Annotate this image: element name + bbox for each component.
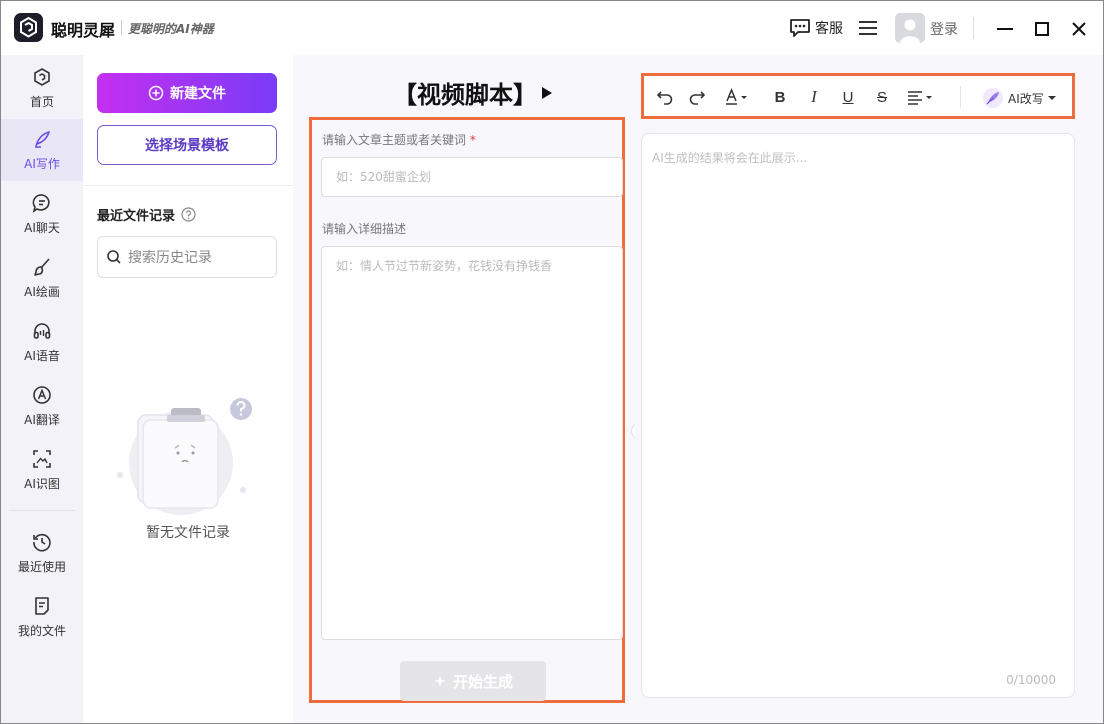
feather-icon: [983, 88, 1003, 108]
file-panel: 新建文件 选择场景模板 最近文件记录 搜索历史记录 暂无文件记录: [83, 55, 293, 723]
panel-divider: [83, 185, 293, 186]
chevron-down-icon: [1047, 96, 1056, 100]
app-name: 聪明灵犀: [51, 21, 116, 40]
sidebar: 首页 AI写作 AI聊天 AI绘画 AI语音 AI翻译 AI识图 最近使用 我的…: [1, 55, 83, 723]
translate-icon: [33, 386, 51, 404]
format-toolbar: B I U S AI改写: [641, 73, 1075, 119]
sidebar-item-label: 我的文件: [17, 624, 66, 638]
sidebar-item-label: AI语音: [24, 349, 60, 363]
detail-textarea[interactable]: [321, 246, 623, 640]
toolbar-divider: [960, 86, 961, 108]
start-generate-button[interactable]: 开始生成: [400, 661, 546, 701]
document-title[interactable]: 【视频脚本】: [393, 75, 553, 110]
result-panel: B I U S AI改写 AI生成的结果将会在此展示... 0/10000: [635, 55, 1103, 723]
minimize-button[interactable]: [993, 17, 1017, 41]
redo-icon[interactable]: [686, 86, 708, 108]
required-mark: *: [469, 133, 476, 147]
sparkle-icon: [433, 675, 446, 687]
sidebar-item-ai-chat[interactable]: AI聊天: [1, 183, 83, 245]
sidebar-item-label: AI识图: [24, 477, 60, 491]
search-input[interactable]: 搜索历史记录: [128, 247, 212, 267]
sidebar-item-ai-image-recognition[interactable]: AI识图: [1, 439, 83, 501]
topic-label: 请输入文章主题或者关键词 *: [322, 131, 476, 148]
maximize-button[interactable]: [1030, 17, 1054, 41]
italic-icon[interactable]: I: [804, 86, 824, 108]
title-divider: [121, 20, 122, 35]
font-color-icon[interactable]: [724, 86, 750, 108]
close-button[interactable]: [1067, 17, 1091, 41]
sidebar-divider: [9, 510, 75, 511]
sidebar-item-label: AI聊天: [24, 221, 60, 235]
help-icon[interactable]: [181, 207, 196, 222]
search-icon: [107, 250, 121, 264]
sidebar-item-recent[interactable]: 最近使用: [1, 522, 83, 584]
sidebar-item-ai-painting[interactable]: AI绘画: [1, 247, 83, 309]
triangle-right-icon: [542, 86, 552, 99]
form-highlight-frame: 请输入文章主题或者关键词 * 请输入详细描述 开始生成: [309, 117, 625, 703]
window-controls-divider: [973, 17, 974, 39]
sidebar-item-label: 首页: [29, 95, 54, 109]
sidebar-item-label: 最近使用: [17, 560, 66, 574]
brush-icon: [34, 258, 50, 276]
start-generate-label: 开始生成: [452, 672, 513, 691]
title-bar: 聪明灵犀 更聪明的AI神器 客服 登录: [1, 1, 1103, 55]
new-file-label: 新建文件: [170, 86, 226, 102]
sidebar-item-ai-translate[interactable]: AI翻译: [1, 375, 83, 437]
sidebar-item-ai-writing[interactable]: AI写作: [1, 119, 83, 181]
result-output-area[interactable]: AI生成的结果将会在此展示... 0/10000: [641, 133, 1075, 698]
empty-clipboard-illustration: [113, 395, 253, 520]
underline-icon[interactable]: U: [838, 86, 858, 108]
sidebar-item-my-files[interactable]: 我的文件: [1, 586, 83, 648]
sidebar-item-label: AI翻译: [24, 413, 60, 427]
app-slogan: 更聪明的AI神器: [128, 22, 214, 36]
detail-label: 请输入详细描述: [322, 222, 407, 236]
sidebar-item-ai-voice[interactable]: AI语音: [1, 311, 83, 373]
bold-icon[interactable]: B: [770, 86, 790, 108]
menu-icon[interactable]: [859, 21, 877, 37]
recent-files-title: 最近文件记录: [97, 205, 196, 224]
sidebar-item-home[interactable]: 首页: [1, 57, 83, 119]
ai-rewrite-label: AI改写: [1008, 91, 1044, 106]
strikethrough-icon[interactable]: S: [872, 86, 892, 108]
recent-files-label: 最近文件记录: [97, 209, 176, 224]
customer-service-label: 客服: [815, 21, 843, 37]
app-window: 聪明灵犀 更聪明的AI神器 客服 登录 首页 AI写作 AI聊天 AI绘画 AI…: [0, 0, 1104, 724]
align-icon[interactable]: [906, 86, 936, 108]
avatar[interactable]: [895, 13, 925, 43]
sidebar-item-label: AI写作: [24, 157, 60, 171]
headphones-icon: [33, 323, 51, 339]
pen-icon: [35, 131, 50, 148]
login-link[interactable]: 登录: [930, 19, 958, 39]
character-counter: 0/10000: [1006, 673, 1056, 687]
document-title-text: 【视频脚本】: [393, 81, 537, 109]
chat-bubble-icon: [790, 19, 810, 37]
new-file-button[interactable]: 新建文件: [97, 73, 277, 113]
scan-icon: [33, 450, 51, 468]
file-icon: [35, 597, 49, 615]
topic-label-text: 请输入文章主题或者关键词: [322, 133, 467, 147]
topic-input[interactable]: [321, 157, 623, 197]
script-form-panel: 【视频脚本】 请输入文章主题或者关键词 * 请输入详细描述 开始生成: [293, 55, 635, 723]
undo-icon[interactable]: [654, 86, 676, 108]
customer-service-button[interactable]: 客服: [789, 17, 843, 39]
empty-state-text: 暂无文件记录: [146, 525, 230, 541]
select-template-button[interactable]: 选择场景模板: [97, 125, 277, 165]
chat-icon: [32, 194, 50, 213]
result-placeholder: AI生成的结果将会在此展示...: [652, 151, 808, 165]
home-icon: [34, 68, 50, 86]
history-icon: [33, 533, 51, 552]
history-search-box[interactable]: 搜索历史记录: [97, 236, 277, 278]
sidebar-item-label: AI绘画: [24, 285, 60, 299]
ai-rewrite-button[interactable]: AI改写: [982, 87, 1056, 109]
plus-circle-icon: [148, 85, 164, 101]
app-logo-icon: [14, 13, 43, 42]
